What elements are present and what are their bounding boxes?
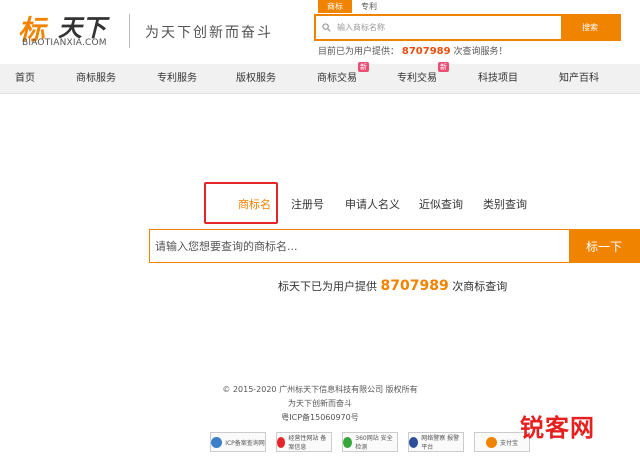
main-search-input[interactable]: 请输入您想要查询的商标名...: [150, 230, 569, 262]
header: 标 天下 BIAOTIANXIA.COM 为天下创新而奋斗 商标 专利 输入商标…: [0, 0, 640, 64]
icp-icon: [211, 436, 223, 448]
logo-url[interactable]: BIAOTIANXIA.COM: [22, 38, 107, 48]
header-search-button[interactable]: 搜索: [561, 16, 619, 39]
badge-label: 经营性网站 备案信息: [288, 435, 327, 451]
nav-item-label: 专利交易: [397, 73, 437, 84]
search-icon: [322, 23, 331, 32]
header-tab-trademark[interactable]: 商标: [318, 0, 352, 13]
nav-item-copyright-service[interactable]: 版权服务: [236, 64, 276, 94]
watermark-text: 锐客网: [520, 413, 595, 442]
stat-prefix: 标天下已为用户提供: [278, 280, 377, 293]
cyber-police-badge[interactable]: 网络警察 报警平台: [408, 432, 464, 452]
nav-item-label: 科技项目: [478, 73, 518, 84]
tab-registration-number[interactable]: 注册号: [291, 196, 324, 212]
main-nav: 首页 商标服务 专利服务 版权服务 商标交易 新 专利交易 新 科技项目 知产百…: [0, 62, 640, 94]
shield-icon: [277, 436, 286, 448]
main-search-button[interactable]: 标一下: [569, 230, 639, 262]
check-icon: [343, 436, 353, 448]
nav-item-trademark-service[interactable]: 商标服务: [76, 64, 116, 94]
alipay-icon: [485, 436, 497, 448]
header-provided-text: 目前已为用户提供： 8707989 次查询服务！: [318, 44, 508, 57]
query-count-text: 标天下已为用户提供 8707989 次商标查询: [278, 278, 507, 294]
footer-badges: ICP备案查询网 经营性网站 备案信息 360网站 安全检测 网络警察 报警平台…: [210, 432, 530, 452]
new-badge: 新: [438, 62, 449, 72]
nav-item-label: 知产百科: [559, 73, 599, 84]
badge-label: 360网站 安全检测: [355, 435, 393, 451]
logo-divider: [129, 14, 130, 48]
nav-item-label: 专利服务: [157, 73, 197, 84]
stat-suffix: 次商标查询: [452, 280, 508, 293]
business-site-badge[interactable]: 经营性网站 备案信息: [276, 432, 332, 452]
tab-trademark-name[interactable]: 商标名: [238, 196, 271, 212]
badge-label: 网络警察 报警平台: [421, 435, 460, 451]
nav-item-home[interactable]: 首页: [15, 64, 35, 94]
nav-item-label: 首页: [15, 73, 35, 84]
police-icon: [409, 436, 419, 448]
tab-applicant-name[interactable]: 申请人名义: [345, 196, 400, 212]
nav-item-tech-projects[interactable]: 科技项目: [478, 64, 518, 94]
footer-copyright: © 2015-2020 广州标天下信息科技有限公司 版权所有: [222, 385, 418, 394]
header-tab-patent[interactable]: 专利: [352, 0, 386, 13]
nav-item-patent-trade[interactable]: 专利交易 新: [397, 62, 449, 94]
nav-item-patent-service[interactable]: 专利服务: [157, 64, 197, 94]
provided-number: 8707989: [401, 46, 451, 57]
tab-class-search[interactable]: 类别查询: [483, 196, 527, 212]
provided-suffix: 次查询服务！: [453, 47, 508, 57]
header-slogan: 为天下创新而奋斗: [145, 25, 273, 41]
main-search-box: 请输入您想要查询的商标名... 标一下: [149, 229, 640, 263]
nav-item-ip-wiki[interactable]: 知产百科: [559, 64, 599, 94]
badge-label: ICP备案查询网: [225, 439, 265, 447]
header-search-placeholder: 输入商标名称: [337, 23, 385, 32]
new-badge: 新: [358, 62, 369, 72]
icp-badge[interactable]: ICP备案查询网: [210, 432, 266, 452]
nav-item-trademark-trade[interactable]: 商标交易 新: [317, 62, 369, 94]
security-360-badge[interactable]: 360网站 安全检测: [342, 432, 398, 452]
provided-prefix: 目前已为用户提供：: [318, 47, 400, 57]
page: 标 天下 BIAOTIANXIA.COM 为天下创新而奋斗 商标 专利 输入商标…: [0, 0, 640, 457]
badge-label: 支付宝: [499, 439, 518, 447]
header-search-tabs: 商标 专利: [318, 0, 386, 13]
tab-similar-search[interactable]: 近似查询: [419, 196, 463, 212]
header-search-box: 输入商标名称 搜索: [314, 14, 621, 41]
main-search-placeholder: 请输入您想要查询的商标名...: [155, 240, 298, 253]
nav-item-label: 商标交易: [317, 73, 357, 84]
stat-number: 8707989: [380, 278, 449, 294]
nav-item-label: 商标服务: [76, 73, 116, 84]
nav-item-label: 版权服务: [236, 73, 276, 84]
header-search-input[interactable]: 输入商标名称: [316, 16, 561, 39]
